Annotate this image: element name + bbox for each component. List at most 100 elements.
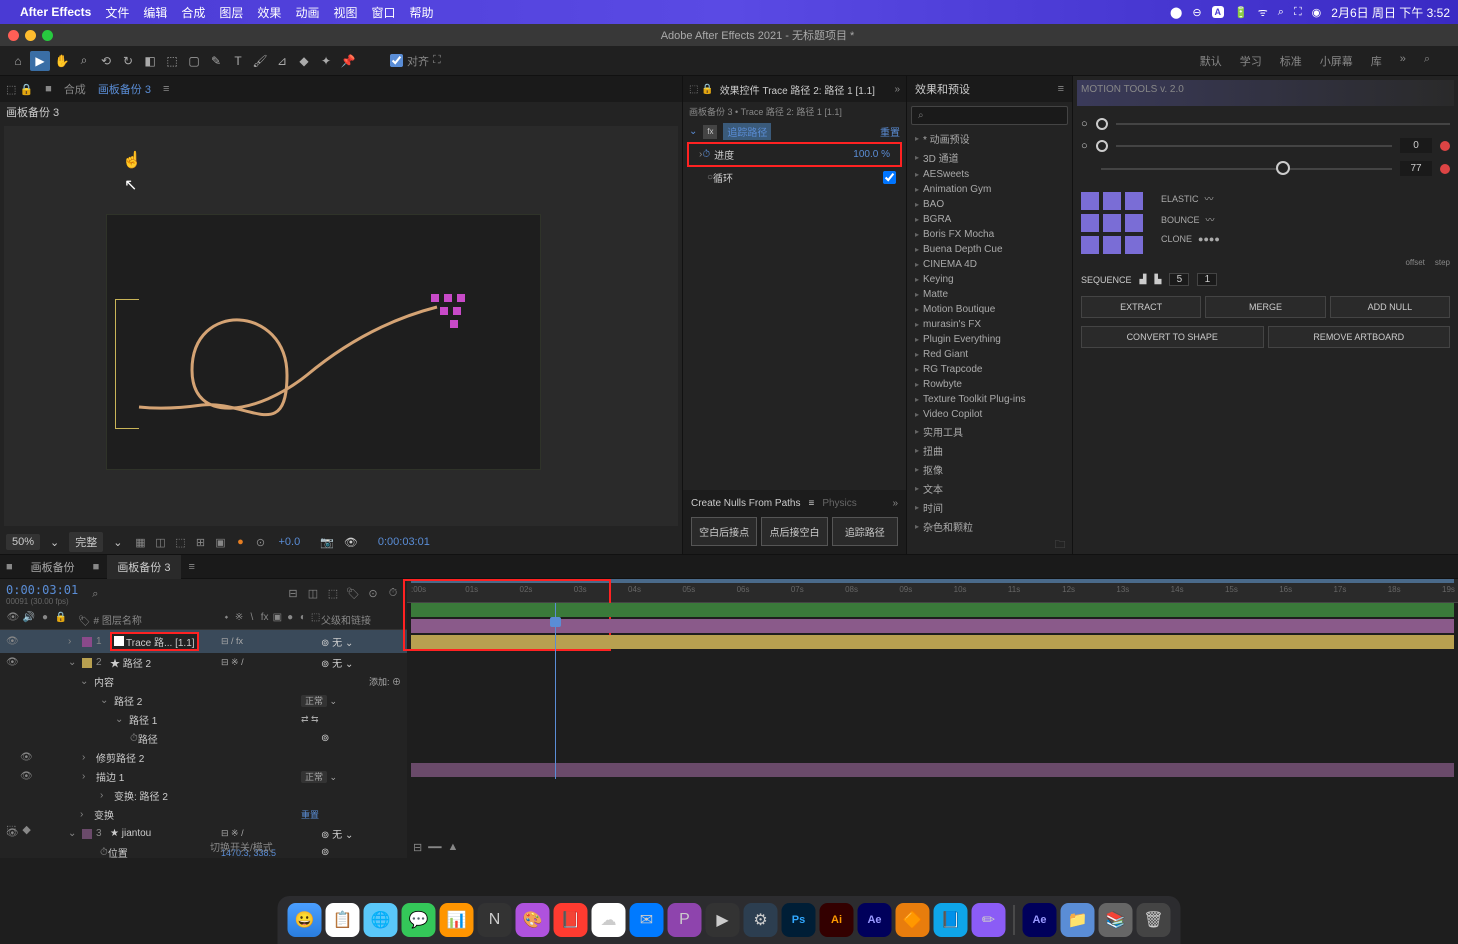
wifi-icon[interactable]: ᯤ bbox=[1258, 5, 1268, 20]
dock-app-8[interactable]: 📕 bbox=[554, 903, 588, 937]
rotation-tool[interactable]: ↻ bbox=[118, 51, 138, 71]
stroke-twirl-icon[interactable]: › bbox=[82, 771, 96, 782]
path2-label[interactable]: 路径 2 bbox=[114, 693, 301, 708]
clone-label[interactable]: CLONE bbox=[1161, 234, 1192, 244]
nulls-tab[interactable]: Create Nulls From Paths bbox=[691, 498, 800, 509]
dock-finder[interactable]: 😀 bbox=[288, 903, 322, 937]
tl-icon-6[interactable]: ⏱ bbox=[385, 587, 401, 603]
app-name[interactable]: After Effects bbox=[20, 5, 91, 19]
selection-tool[interactable]: ▶ bbox=[30, 51, 50, 71]
eraser-tool[interactable]: ◆ bbox=[294, 51, 314, 71]
dock-ae-recent[interactable]: Ae bbox=[1023, 903, 1057, 937]
channel-icon[interactable]: ▣ bbox=[212, 534, 228, 550]
seq-step-input[interactable] bbox=[1197, 273, 1217, 286]
transformpath-label[interactable]: 变换: 路径 2 bbox=[114, 788, 401, 803]
prop-progress-value[interactable]: 100.0 % bbox=[853, 149, 890, 160]
type-tool[interactable]: T bbox=[228, 51, 248, 71]
ep-item-16[interactable]: Rowbyte bbox=[907, 377, 1072, 392]
layer3-twirl-icon[interactable]: ⌄ bbox=[68, 828, 82, 839]
record-icon[interactable]: ⬤ bbox=[1170, 6, 1182, 19]
dock-app-11[interactable]: P bbox=[668, 903, 702, 937]
timeline-ruler[interactable]: :00s01s02s03s04s05s06s07s08s09s10s11s12s… bbox=[407, 579, 1458, 603]
path1-twirl-icon[interactable]: ⌄ bbox=[115, 714, 129, 725]
layer2-switches[interactable]: ⊟ ※ / bbox=[221, 657, 244, 667]
ep-item-8[interactable]: CINEMA 4D bbox=[907, 257, 1072, 272]
ep-search-input[interactable] bbox=[911, 106, 1068, 125]
snap-checkbox[interactable] bbox=[390, 54, 403, 67]
layer2-parent[interactable]: 无 bbox=[332, 659, 342, 670]
layer1-parent-pick-icon[interactable]: ⊚ bbox=[321, 638, 329, 649]
switch-mode-label[interactable]: 切换开关/模式 bbox=[210, 839, 273, 854]
ep-item-7[interactable]: Buena Depth Cue bbox=[907, 242, 1072, 257]
dock-aftereffects[interactable]: Ae bbox=[858, 903, 892, 937]
path-label[interactable]: 路径 bbox=[138, 731, 321, 746]
ec-menu-icon[interactable]: » bbox=[894, 84, 900, 95]
layer2-color[interactable] bbox=[82, 658, 92, 668]
current-time-indicator[interactable] bbox=[555, 603, 556, 779]
ep-list[interactable]: * 动画预设3D 通道AESweetsAnimation GymBAOBGRAB… bbox=[907, 129, 1072, 536]
tl-icon-4[interactable]: 🏷 bbox=[345, 587, 361, 603]
stairs-up-icon[interactable]: ▟ bbox=[1140, 274, 1147, 285]
layer3-parent-pick-icon[interactable]: ⊚ bbox=[321, 830, 329, 841]
search-icon[interactable]: ⌕ bbox=[1278, 6, 1284, 19]
col-solo-icon[interactable]: ● bbox=[38, 612, 52, 627]
stroke-label[interactable]: 描边 1 bbox=[96, 769, 301, 784]
anchor-br[interactable] bbox=[1125, 236, 1143, 254]
dock-app-7[interactable]: 🎨 bbox=[516, 903, 550, 937]
orbit-tool[interactable]: ⟲ bbox=[96, 51, 116, 71]
exposure[interactable]: +0.0 bbox=[278, 536, 300, 548]
workspace-standard[interactable]: 标准 bbox=[1280, 45, 1302, 77]
elastic-label[interactable]: ELASTIC bbox=[1161, 194, 1199, 204]
ep-item-11[interactable]: Motion Boutique bbox=[907, 302, 1072, 317]
path-stopwatch-icon[interactable]: ⏱ bbox=[130, 733, 138, 744]
layer1-bar[interactable] bbox=[411, 603, 1454, 617]
dock-app-20[interactable]: 📁 bbox=[1061, 903, 1095, 937]
dock-app-13[interactable]: ⚙ bbox=[744, 903, 778, 937]
content-twirl-icon[interactable]: ⌄ bbox=[80, 676, 94, 687]
path2-twirl-icon[interactable]: ⌄ bbox=[100, 695, 114, 706]
dock-blender[interactable]: 🔶 bbox=[896, 903, 930, 937]
anchor-bl[interactable] bbox=[1081, 236, 1099, 254]
tl-footer-icon-1[interactable]: ⬚ bbox=[6, 823, 16, 836]
anchor-tr[interactable] bbox=[1125, 192, 1143, 210]
siri-icon[interactable]: ◉ bbox=[1312, 6, 1322, 19]
sw-collapse-icon[interactable]: ※ bbox=[234, 612, 245, 627]
merge-button[interactable]: MERGE bbox=[1205, 296, 1325, 318]
tl-zoom-in-icon[interactable]: ▲ bbox=[447, 841, 458, 854]
sw-shy-icon[interactable]: ⬩ bbox=[221, 612, 232, 627]
ep-item-14[interactable]: Red Giant bbox=[907, 347, 1072, 362]
ep-item-0[interactable]: * 动画预设 bbox=[907, 129, 1072, 148]
dock-app-4[interactable]: 💬 bbox=[402, 903, 436, 937]
maximize-button[interactable] bbox=[42, 30, 53, 41]
layer1-name[interactable]: Trace 路... [1.1] bbox=[126, 638, 195, 649]
zoom-level[interactable]: 50% bbox=[6, 534, 40, 550]
viewport[interactable] bbox=[4, 126, 678, 526]
ep-item-2[interactable]: AESweets bbox=[907, 167, 1072, 182]
ep-item-15[interactable]: RG Trapcode bbox=[907, 362, 1072, 377]
effect-reset[interactable]: 重置 bbox=[880, 124, 900, 139]
mt-slider3-thumb[interactable] bbox=[1276, 161, 1290, 175]
col-label-icon[interactable]: 🏷 bbox=[78, 616, 91, 627]
comp-breadcrumb[interactable]: 画板备份 3 bbox=[98, 81, 151, 97]
pos-pick-icon[interactable]: ⊚ bbox=[321, 847, 329, 858]
stairs-down-icon[interactable]: ▙ bbox=[1154, 274, 1161, 285]
ep-item-3[interactable]: Animation Gym bbox=[907, 182, 1072, 197]
menu-layer[interactable]: 图层 bbox=[219, 4, 243, 21]
effect-name[interactable]: 追踪路径 bbox=[723, 123, 771, 140]
ep-item-24[interactable]: 杂色和颗粒 bbox=[907, 517, 1072, 536]
ep-item-4[interactable]: BAO bbox=[907, 197, 1072, 212]
ep-item-17[interactable]: Texture Toolkit Plug-ins bbox=[907, 392, 1072, 407]
dock-photoshop[interactable]: Ps bbox=[782, 903, 816, 937]
reset-exposure-icon[interactable]: ⊙ bbox=[252, 534, 268, 550]
menu-effect[interactable]: 效果 bbox=[257, 4, 281, 21]
menu-edit[interactable]: 编辑 bbox=[143, 4, 167, 21]
layer2-bar[interactable] bbox=[411, 635, 1454, 649]
zoom-dropdown-icon[interactable]: ⌄ bbox=[50, 536, 59, 549]
layer2-name[interactable]: 路径 2 bbox=[123, 659, 151, 670]
convert-shape-button[interactable]: CONVERT TO SHAPE bbox=[1081, 326, 1264, 348]
tl-icon-3[interactable]: ⬚ bbox=[325, 587, 341, 603]
clock[interactable]: 2月6日 周日 下午 3:52 bbox=[1331, 4, 1450, 21]
camera-tool[interactable]: ◧ bbox=[140, 51, 160, 71]
pos-stopwatch-icon[interactable]: ⏱ bbox=[100, 847, 108, 858]
dock-app-18[interactable]: ✏ bbox=[972, 903, 1006, 937]
